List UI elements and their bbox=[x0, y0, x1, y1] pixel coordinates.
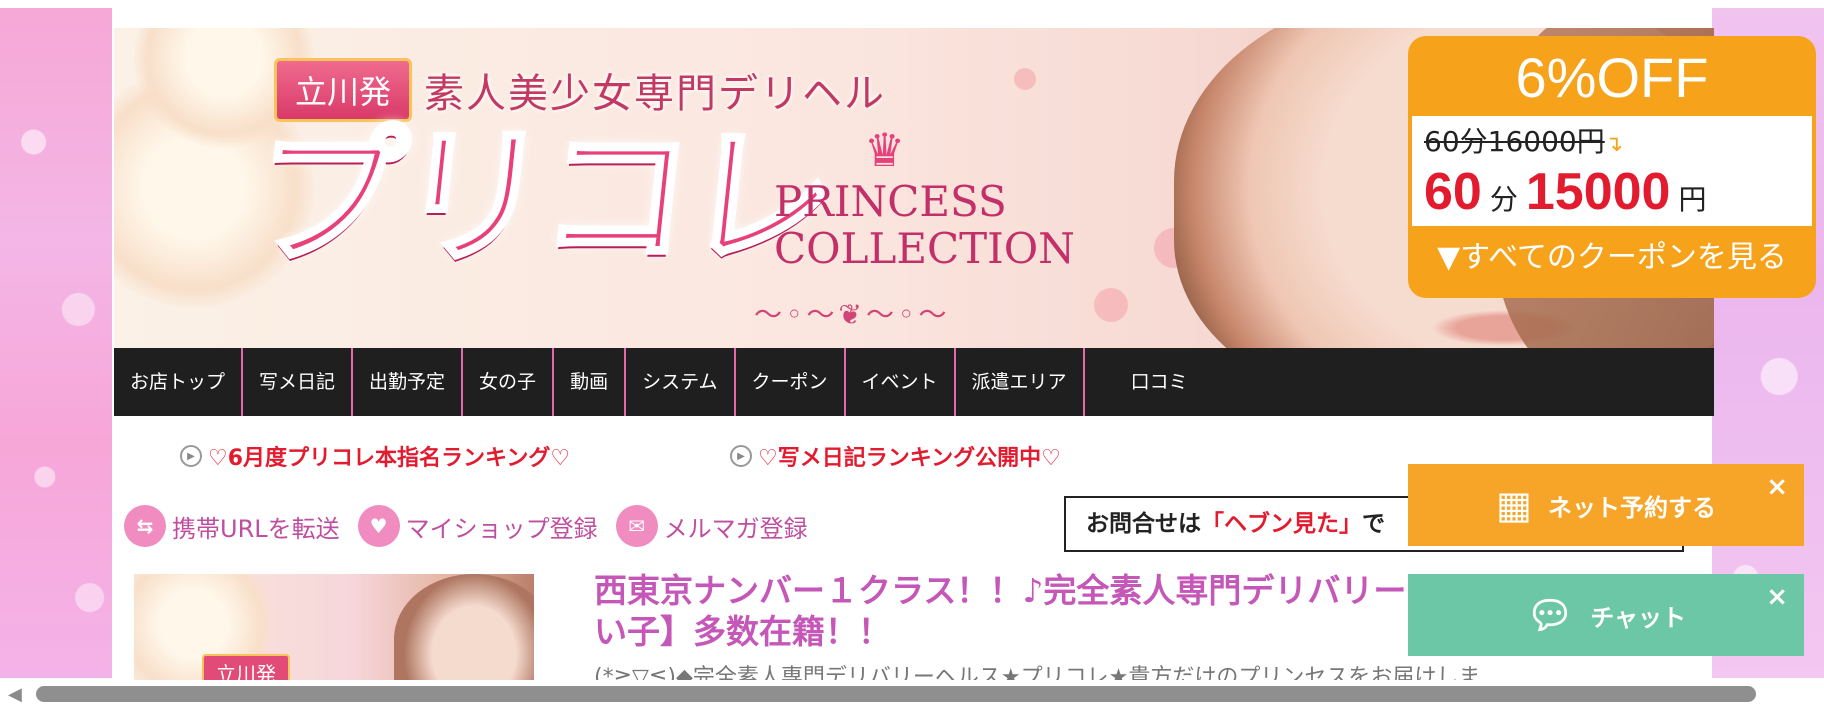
petal-decoration bbox=[1094, 288, 1128, 322]
nav-item-schedule[interactable]: 出勤予定 bbox=[353, 348, 464, 416]
petal-decoration bbox=[1014, 68, 1036, 90]
net-reserve-button[interactable]: ▦ ネット予約する × bbox=[1408, 464, 1804, 546]
nav-item-event[interactable]: イベント bbox=[846, 348, 956, 416]
close-chat-icon[interactable]: × bbox=[1766, 582, 1788, 612]
nav-item-area[interactable]: 派遣エリア bbox=[956, 348, 1085, 416]
calendar-icon: ▦ bbox=[1496, 483, 1532, 527]
myshop-link[interactable]: ♥ マイショップ登録 bbox=[357, 505, 598, 547]
play-circle-icon: ▶ bbox=[730, 445, 752, 467]
main-navigation: お店トップ 写メ日記 出勤予定 女の子 動画 システム クーポン イベント 派遣… bbox=[114, 348, 1714, 416]
coupon-price-box: 60分16000円↴ 60 分 15000 円 bbox=[1410, 114, 1814, 228]
coupon-headline: 6%OFF bbox=[1515, 46, 1709, 109]
left-sakura-background bbox=[0, 8, 112, 678]
shop-headline: 西東京ナンバー１クラス！！♪完全素人専門デリバリー い子】多数在籍！！ bbox=[594, 571, 1407, 652]
ribbon-ornament-icon: 〜◦〜❦〜◦〜 bbox=[754, 298, 951, 331]
nav-item-video[interactable]: 動画 bbox=[554, 348, 627, 416]
shop-description: (*≧▽≦)◆完全素人専門デリバリーヘルス★プリコレ★貴方だけのプリンセスをお届… bbox=[594, 665, 1481, 680]
nav-item-system[interactable]: システム bbox=[626, 348, 736, 416]
scroll-left-arrow-icon[interactable]: ◀ bbox=[8, 684, 22, 705]
mailmag-label: メルマガ登録 bbox=[663, 514, 808, 543]
mobile-url-label: 携帯URLを転送 bbox=[172, 514, 340, 543]
contact-keyword: 「ヘブン見た」 bbox=[1201, 511, 1362, 537]
model-thumbnail-photo bbox=[394, 574, 534, 684]
heart-icon: ♥ bbox=[357, 505, 400, 547]
coupon-box[interactable]: 6%OFF 60分16000円↴ 60 分 15000 円 ▼すべてのクーポンを見る bbox=[1408, 36, 1816, 298]
shop-logo: プリコレ bbox=[243, 109, 841, 287]
brand-line-2: COLLECTION bbox=[774, 224, 1075, 274]
contact-suffix: で bbox=[1362, 511, 1385, 537]
mailmag-link[interactable]: ✉ メルマガ登録 bbox=[615, 505, 808, 547]
nav-item-photo-diary[interactable]: 写メ日記 bbox=[243, 348, 354, 416]
view-all-coupons-link[interactable]: ▼すべてのクーポンを見る bbox=[1414, 228, 1810, 288]
mail-icon: ✉ bbox=[615, 505, 658, 547]
nav-item-reviews[interactable]: 口コミ bbox=[1085, 348, 1204, 416]
brand-line-1: PRINCESS bbox=[774, 177, 1007, 226]
chat-bubble-icon: 💬︎ bbox=[1525, 592, 1575, 637]
utility-links: ⇆ 携帯URLを転送 ♥ マイショップ登録 ✉ メルマガ登録 bbox=[124, 505, 808, 547]
crown-icon: ♛ bbox=[864, 123, 906, 177]
yen-unit: 円 bbox=[1678, 184, 1707, 215]
scrollbar-thumb[interactable] bbox=[36, 686, 1756, 702]
mobile-url-icon: ⇆ bbox=[124, 505, 166, 547]
coupon-old-price: 60分16000円 bbox=[1424, 125, 1605, 158]
ranking-link-label: ♡6月度プリコレ本指名ランキング♡ bbox=[208, 446, 571, 471]
shop-thumbnail[interactable]: 立川発 bbox=[134, 574, 534, 684]
chat-label: チャット bbox=[1590, 603, 1686, 632]
nav-item-coupon[interactable]: クーポン bbox=[736, 348, 846, 416]
close-reserve-icon[interactable]: × bbox=[1766, 472, 1788, 502]
chat-button[interactable]: 💬︎ チャット × bbox=[1408, 574, 1804, 656]
coupon-minutes: 60 bbox=[1424, 163, 1482, 221]
horizontal-scrollbar[interactable]: ◀ bbox=[0, 680, 1824, 708]
contact-prefix: お問合せは bbox=[1086, 511, 1201, 537]
myshop-label: マイショップ登録 bbox=[405, 514, 598, 543]
nav-item-top[interactable]: お店トップ bbox=[114, 348, 244, 416]
ranking-link-nomination[interactable]: ▶ ♡6月度プリコレ本指名ランキング♡ bbox=[180, 440, 570, 472]
down-arrow-icon: ↴ bbox=[1604, 132, 1624, 157]
nav-item-girls[interactable]: 女の子 bbox=[463, 348, 555, 416]
ranking-link-diary[interactable]: ▶ ♡写メ日記ランキング公開中♡ bbox=[730, 440, 1061, 472]
play-circle-icon: ▶ bbox=[180, 445, 202, 467]
minutes-unit: 分 bbox=[1489, 184, 1518, 215]
coupon-new-price: 15000 bbox=[1525, 163, 1671, 221]
ranking-link-label: ♡写メ日記ランキング公開中♡ bbox=[758, 446, 1061, 471]
mobile-url-link[interactable]: ⇆ 携帯URLを転送 bbox=[124, 505, 340, 547]
net-reserve-label: ネット予約する bbox=[1547, 493, 1716, 522]
brand-name: PRINCESS COLLECTION bbox=[774, 178, 1075, 272]
